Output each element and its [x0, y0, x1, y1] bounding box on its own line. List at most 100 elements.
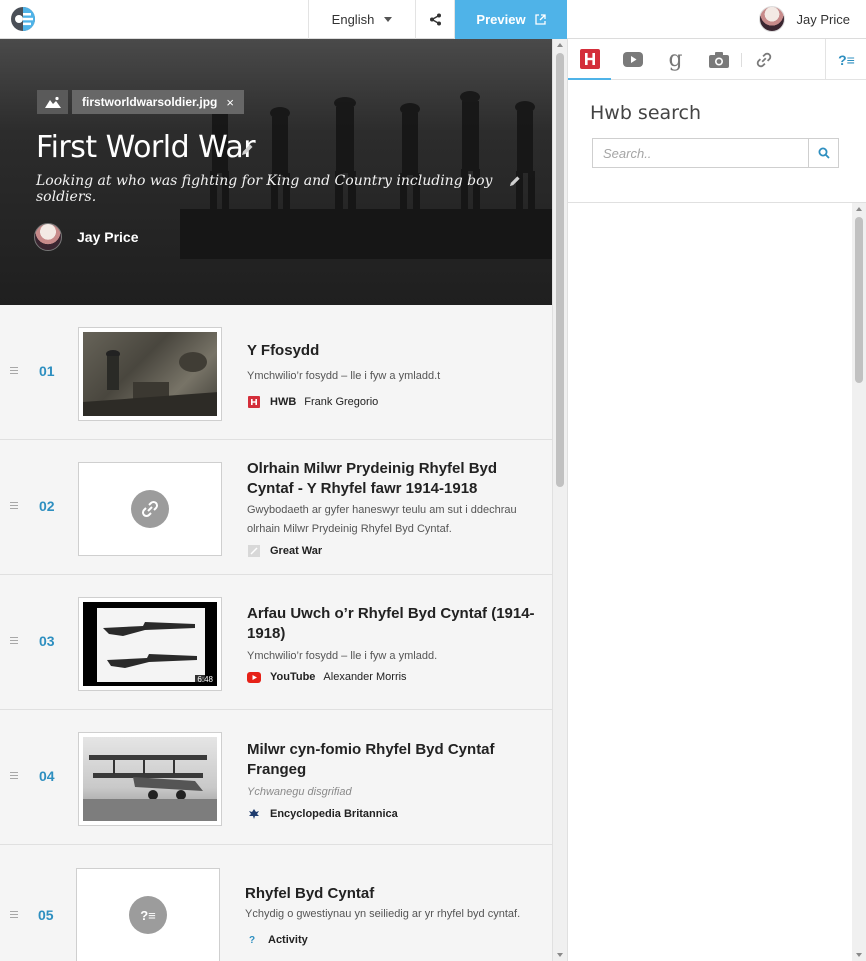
item-number: 01 [39, 363, 55, 379]
drag-handle-icon[interactable] [10, 772, 18, 781]
image-icon[interactable] [37, 90, 68, 114]
lesson-header: firstworldwarsoldier.jpg × First World W… [0, 39, 552, 305]
youtube-icon [247, 671, 261, 683]
drag-handle-icon[interactable] [10, 502, 18, 511]
item-subtitle: Gwybodaeth ar gyfer haneswyr teulu am su… [247, 504, 517, 535]
hwb-icon [247, 396, 261, 408]
trench-photo-image [83, 332, 217, 416]
scrollbar-thumb[interactable] [556, 53, 564, 487]
item-subtitle: Ymchwilio’r fosydd – lle i fyw a ymladd. [247, 650, 438, 662]
item-title[interactable]: Milwr cyn-fomio Rhyfel Byd Cyntaf Frange… [247, 740, 537, 780]
item-source: Great War [247, 545, 330, 557]
search-button[interactable] [808, 139, 838, 167]
lesson-description[interactable]: Looking at who was fighting for King and… [36, 173, 552, 205]
source-author: Alexander Morris [323, 671, 407, 683]
avatar [758, 6, 785, 32]
source-name: Activity [268, 934, 308, 946]
share-button[interactable] [416, 0, 455, 39]
image-filename: firstworldwarsoldier.jpg [82, 95, 218, 109]
language-dropdown[interactable]: English [308, 0, 416, 39]
source-author: Frank Gregorio [304, 396, 379, 408]
list-item[interactable]: 05 ?≡ Rhyfel Byd Cyntaf Ychydig o gwesti… [0, 845, 552, 961]
user-menu[interactable]: Jay Price [758, 6, 850, 32]
search-input[interactable] [593, 139, 808, 167]
biplane-photo-image [83, 755, 217, 821]
panel-title: Hwb search [590, 102, 702, 124]
app-logo-icon[interactable] [10, 6, 36, 32]
edit-description-pencil-icon[interactable] [509, 175, 521, 187]
list-item[interactable]: 02 Olrhain Milwr Prydeinig Rhyfel Byd Cy… [0, 440, 552, 575]
panel-divider [568, 202, 866, 203]
resource-search-panel: g ?≡ Hwb search [567, 39, 866, 961]
tab-youtube[interactable] [611, 39, 654, 80]
image-filename-chip: firstworldwarsoldier.jpg × [72, 90, 244, 114]
item-source: Encyclopedia Britannica [247, 808, 406, 820]
camera-icon [708, 51, 729, 68]
chevron-down-icon [384, 17, 393, 22]
search-icon [818, 147, 830, 159]
edit-title-pencil-icon[interactable] [241, 143, 254, 156]
left-scrollbar[interactable] [552, 39, 567, 961]
question-icon: ? [248, 934, 256, 946]
item-thumbnail[interactable]: ?≡ [76, 868, 220, 961]
scrollbar-thumb[interactable] [855, 217, 863, 383]
item-title[interactable]: Rhyfel Byd Cyntaf [245, 884, 535, 904]
drag-handle-icon[interactable] [10, 637, 18, 646]
item-thumbnail[interactable] [78, 732, 222, 826]
lesson-title[interactable]: First World War [36, 130, 256, 165]
item-source: YouTube Alexander Morris [247, 671, 407, 683]
item-subtitle: Ychydig o gwestiynau yn seiliedig ar yr … [245, 908, 521, 920]
source-name: Great War [270, 545, 323, 557]
link-icon [131, 490, 169, 528]
item-title[interactable]: Olrhain Milwr Prydeinig Rhyfel Byd Cynta… [247, 459, 537, 499]
lesson-editor: firstworldwarsoldier.jpg × First World W… [0, 39, 552, 961]
tab-activity-help[interactable]: ?≡ [826, 39, 866, 80]
list-item[interactable]: 03 6:48 Arfau Uwch o’r Rhyfel Byd Cyntaf… [0, 575, 552, 710]
item-number: 02 [39, 498, 55, 514]
item-subtitle[interactable]: Ychwanegu disgrifiad [247, 783, 537, 802]
author-name: Jay Price [77, 229, 139, 245]
header-image-tag: firstworldwarsoldier.jpg × [37, 90, 244, 114]
item-thumbnail[interactable] [78, 462, 222, 556]
preview-label: Preview [476, 12, 526, 27]
tab-google[interactable]: g [654, 39, 697, 80]
lesson-author: Jay Price [34, 223, 139, 251]
scroll-down-arrow-icon[interactable] [557, 953, 563, 957]
list-item[interactable]: 04 Milwr cyn-fomio Rhyfel Byd Cyntaf Fra… [0, 710, 552, 845]
rifles-video-image [97, 608, 205, 682]
tab-link[interactable] [742, 39, 785, 80]
activity-icon: ?≡ [129, 896, 167, 934]
scroll-up-arrow-icon[interactable] [557, 43, 563, 47]
item-source: ? Activity [245, 934, 316, 946]
remove-image-button[interactable]: × [226, 95, 234, 110]
tab-hwb[interactable] [568, 39, 611, 80]
link-icon [756, 52, 771, 67]
source-name: HWB [270, 396, 297, 408]
list-item[interactable]: 01 Y Ffosydd Ymchwilio’r fosydd – lle i … [0, 305, 552, 440]
item-thumbnail[interactable] [78, 327, 222, 421]
item-subtitle: Ymchwilio’r fosydd – lle i fyw a ymladd.… [247, 370, 441, 382]
youtube-icon [622, 52, 643, 67]
scroll-up-arrow-icon[interactable] [856, 207, 862, 211]
drag-handle-icon[interactable] [10, 367, 18, 376]
hwb-icon [579, 48, 600, 69]
tab-images[interactable] [697, 39, 740, 80]
source-name: YouTube [270, 671, 316, 683]
item-title[interactable]: Y Ffosydd [247, 341, 537, 361]
video-duration: 6:48 [195, 675, 215, 684]
preview-button[interactable]: Preview [455, 0, 567, 39]
source-name: Encyclopedia Britannica [270, 808, 398, 820]
item-number: 05 [38, 907, 54, 923]
external-link-icon [534, 14, 546, 25]
item-title[interactable]: Arfau Uwch o’r Rhyfel Byd Cyntaf (1914-1… [247, 604, 537, 644]
scroll-down-arrow-icon[interactable] [856, 953, 862, 957]
results-scrollbar[interactable] [852, 203, 866, 961]
item-number: 04 [39, 768, 55, 784]
item-number: 03 [39, 633, 55, 649]
item-thumbnail[interactable]: 6:48 [78, 597, 222, 691]
britannica-thistle-icon [247, 808, 261, 820]
drag-handle-icon[interactable] [10, 911, 18, 920]
resource-tabs: g ?≡ [568, 39, 866, 80]
item-source: HWB Frank Gregorio [247, 396, 378, 408]
avatar [34, 223, 62, 251]
